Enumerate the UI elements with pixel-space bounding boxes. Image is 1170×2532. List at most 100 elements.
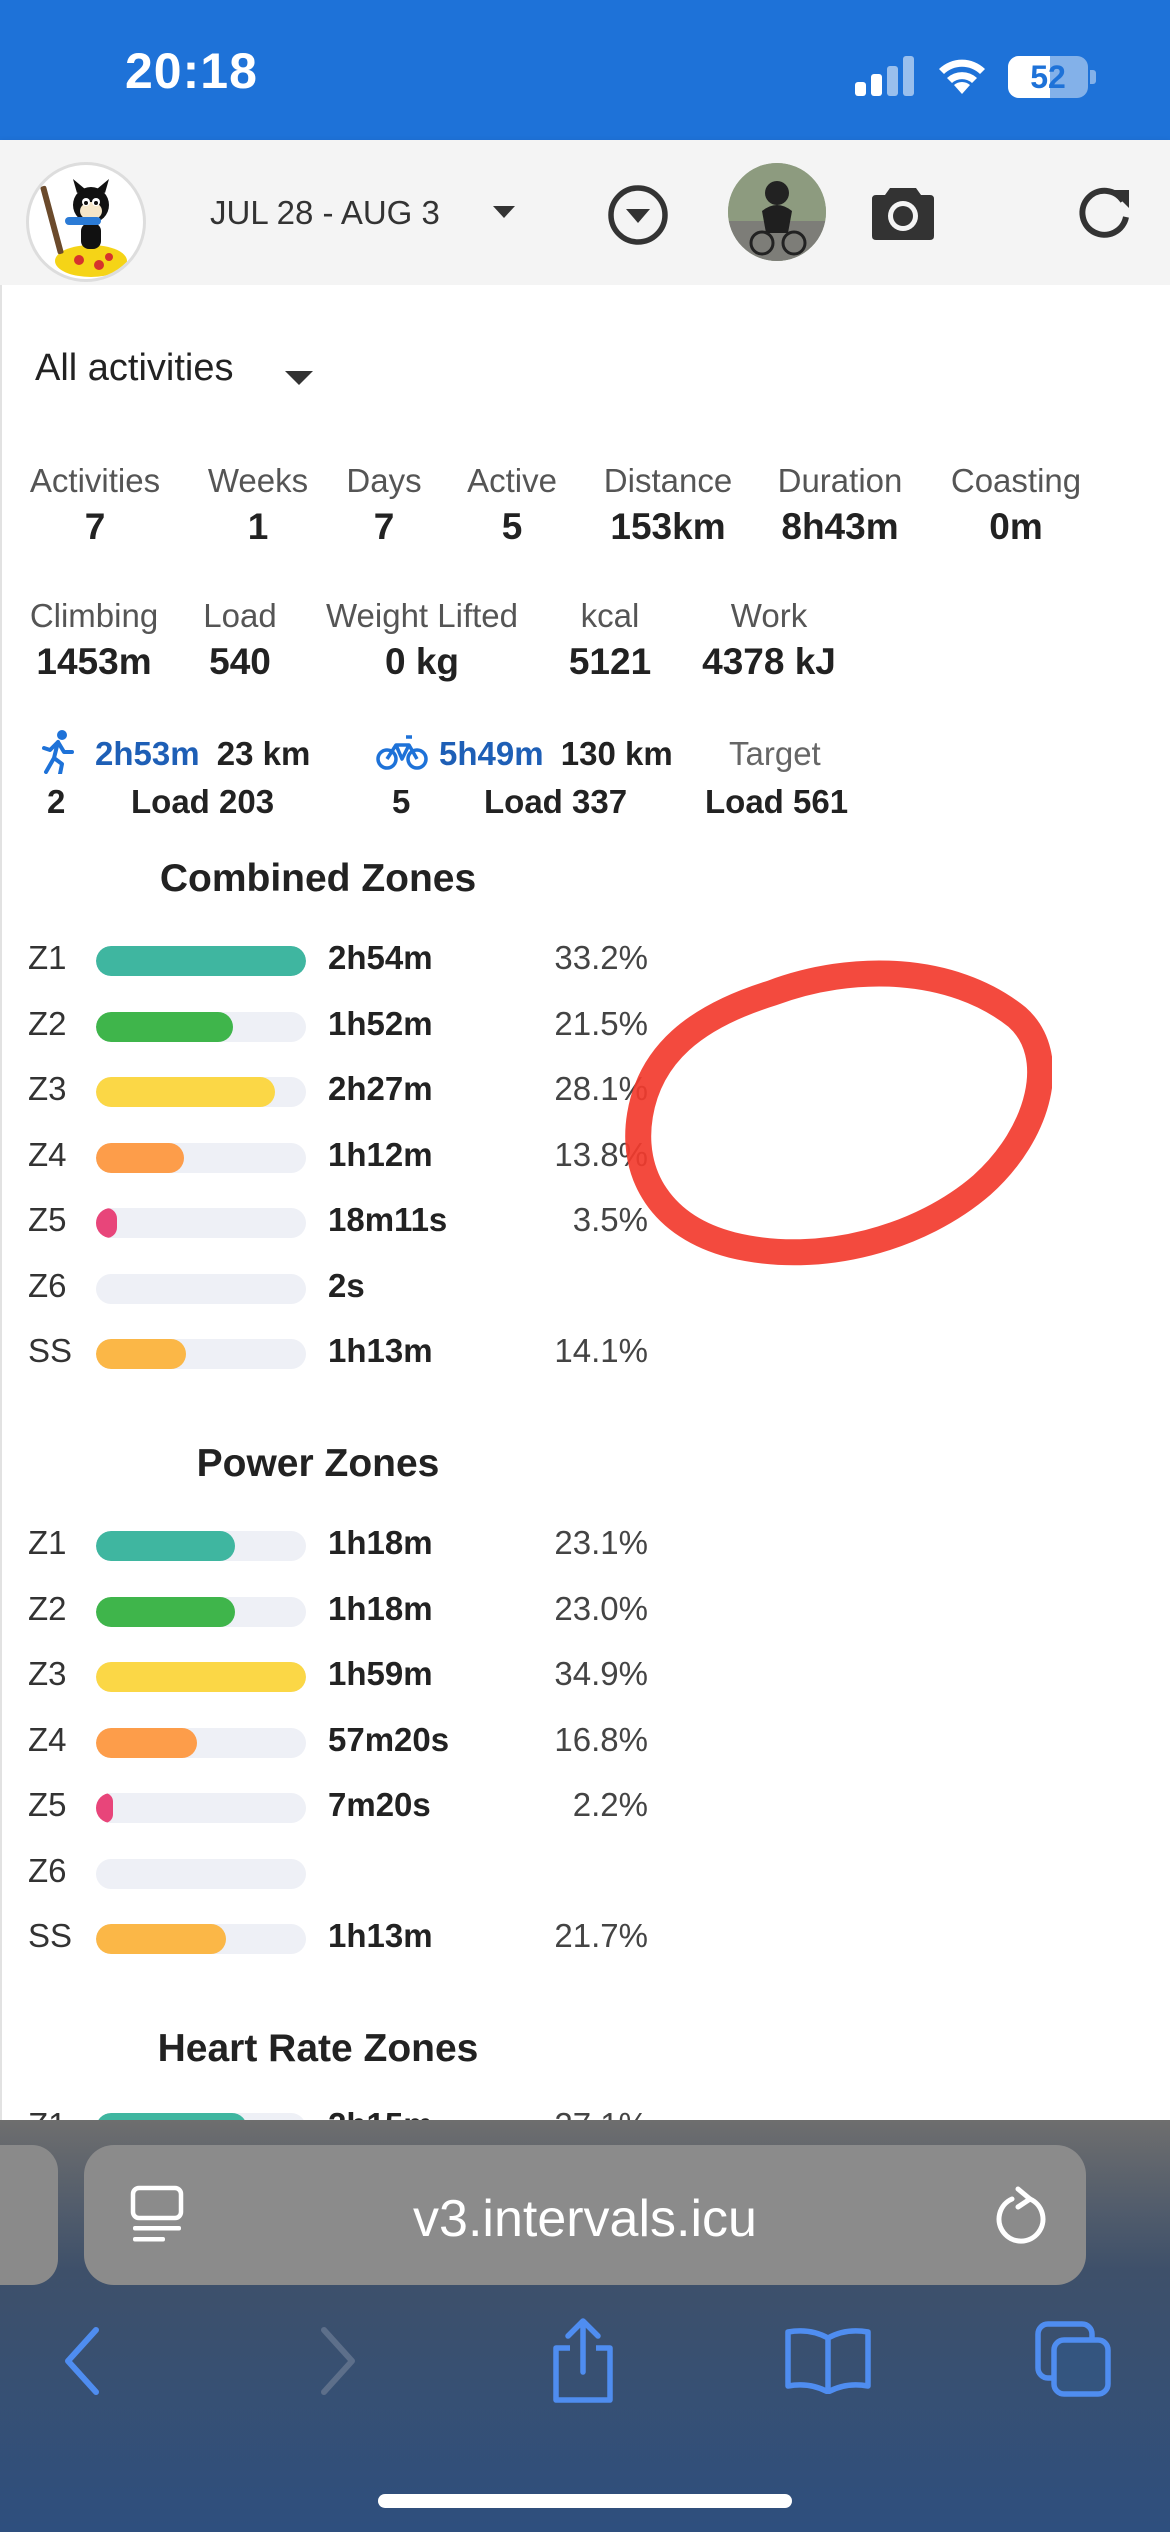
zone-bar-track xyxy=(96,1273,306,1304)
stat-label: Activities xyxy=(29,462,161,499)
stat-label: Duration xyxy=(777,462,903,499)
ride-time: 5h49m xyxy=(439,735,544,772)
zone-name: Z6 xyxy=(28,1266,67,1304)
zone-row: Z3 1h59m 34.9% xyxy=(28,1649,648,1699)
main-content: All activities Activities 7 Weeks 1 Days… xyxy=(0,285,1170,2120)
zone-row: Z4 1h12m 13.8% xyxy=(28,1130,648,1180)
stat-value: 7 xyxy=(84,506,106,547)
app-logo[interactable] xyxy=(26,162,146,282)
zone-name: Z5 xyxy=(28,1201,67,1238)
run-summary: 2h53m 23 km xyxy=(95,735,310,773)
zone-bar-track xyxy=(96,1142,306,1173)
zone-bar-fill xyxy=(96,1077,275,1107)
zone-bar-track xyxy=(96,1531,306,1561)
zone-name: Z4 xyxy=(28,1135,67,1173)
zone-bar-track xyxy=(96,1339,306,1369)
stat-label: Work xyxy=(730,597,808,634)
previous-tab-preview[interactable] xyxy=(0,2145,58,2285)
stat-active: Active 5 xyxy=(454,462,570,548)
status-bar: 20:18 52 xyxy=(0,0,1170,140)
zone-bar-track xyxy=(96,1077,306,1107)
tabs-icon[interactable] xyxy=(1034,2320,1114,2400)
zone-row: Z6 2s xyxy=(28,1261,648,1311)
stat-weight-lifted: Weight Lifted 0 kg xyxy=(312,597,532,683)
heart-rate-zone-row: Z1 2h15m 27.1% xyxy=(28,2100,648,2120)
run-count: 2 xyxy=(47,783,66,820)
zone-bar-fill xyxy=(96,1011,233,1042)
zone-time: 2h15m xyxy=(328,2106,433,2120)
running-icon xyxy=(42,730,74,774)
zone-time: 2h27m xyxy=(328,1070,433,1107)
zone-time: 2s xyxy=(328,1266,365,1304)
url-text[interactable]: v3.intervals.icu xyxy=(84,2189,1086,2249)
zone-bar-track xyxy=(96,946,306,976)
chevron-circle-down-icon[interactable] xyxy=(606,183,670,247)
zone-percent: 34.9% xyxy=(554,1655,648,1692)
bookmarks-icon[interactable] xyxy=(784,2326,872,2394)
stat-weeks: Weeks 1 xyxy=(198,462,318,548)
zone-time: 18m11s xyxy=(328,1201,448,1238)
zone-row: Z2 1h52m 21.5% xyxy=(28,999,648,1049)
zone-time: 1h59m xyxy=(328,1655,433,1692)
user-avatar[interactable] xyxy=(728,163,826,261)
zone-time: 1h13m xyxy=(328,1917,433,1954)
date-range-selector[interactable]: JUL 28 - AUG 3 xyxy=(210,194,440,232)
reload-icon[interactable] xyxy=(992,2185,1050,2245)
zone-bar-fill xyxy=(96,1142,185,1173)
stat-value: 8h43m xyxy=(781,506,899,547)
stat-coasting: Coasting 0m xyxy=(936,462,1096,548)
zone-time: 7m20s xyxy=(328,1786,431,1823)
zone-percent: 16.8% xyxy=(554,1720,648,1758)
stat-value: 5121 xyxy=(568,641,652,682)
zone-bar-fill xyxy=(96,1727,197,1758)
zone-row: SS 1h13m 14.1% xyxy=(28,1326,648,1376)
zone-row: Z2 1h18m 23.0% xyxy=(28,1584,648,1634)
zone-name: Z5 xyxy=(28,1786,67,1823)
zone-name: SS xyxy=(28,1917,73,1954)
stat-value: 4378 kJ xyxy=(702,641,836,682)
run-distance: 23 km xyxy=(216,735,311,772)
activity-filter-dropdown-icon[interactable] xyxy=(285,371,313,385)
zone-name: Z4 xyxy=(28,1720,67,1758)
address-bar[interactable]: v3.intervals.icu xyxy=(84,2145,1086,2285)
zone-bar-fill xyxy=(96,1793,113,1823)
stat-days: Days 7 xyxy=(334,462,434,548)
zone-bar-fill xyxy=(96,2113,248,2120)
stat-duration: Duration 8h43m xyxy=(764,462,916,548)
zone-name: SS xyxy=(28,1332,73,1369)
zone-bar-track xyxy=(96,1924,306,1954)
zone-percent: 21.7% xyxy=(554,1917,648,1954)
share-icon[interactable] xyxy=(548,2316,618,2404)
zone-percent: 27.1% xyxy=(554,2106,648,2120)
camera-icon[interactable] xyxy=(872,182,934,240)
zone-bar-fill xyxy=(96,1339,187,1369)
activity-filter-label[interactable]: All activities xyxy=(35,347,234,390)
zone-bar-fill xyxy=(96,1596,235,1627)
ride-count: 5 xyxy=(392,783,411,820)
stat-label: Active xyxy=(467,462,557,499)
back-icon[interactable] xyxy=(62,2326,102,2396)
zone-bar-track xyxy=(96,1011,306,1042)
stat-work: Work 4378 kJ xyxy=(686,597,852,683)
zone-percent: 23.1% xyxy=(554,1524,648,1561)
zone-bar-track xyxy=(96,1208,306,1238)
zone-name: Z2 xyxy=(28,1589,67,1627)
stat-value: 7 xyxy=(373,506,395,547)
battery-cap xyxy=(1090,70,1096,84)
home-indicator[interactable] xyxy=(378,2494,792,2508)
zone-row: Z6 xyxy=(28,1846,648,1896)
zone-time: 57m20s xyxy=(328,1720,450,1758)
zone-percent: 13.8% xyxy=(554,1135,648,1173)
zone-bar-fill xyxy=(96,1924,227,1954)
stat-label: Days xyxy=(346,462,422,499)
date-range-dropdown-icon[interactable] xyxy=(493,206,515,218)
cellular-signal-icon xyxy=(855,56,915,96)
zone-row: Z1 1h18m 23.1% xyxy=(28,1518,648,1568)
stat-value: 540 xyxy=(209,641,271,682)
stat-label: Load xyxy=(203,597,277,634)
stat-climbing: Climbing 1453m xyxy=(20,597,168,683)
forward-icon[interactable] xyxy=(318,2326,358,2396)
zone-percent: 23.0% xyxy=(554,1589,648,1627)
refresh-icon[interactable] xyxy=(1075,184,1133,242)
combined-zones-title: Combined Zones xyxy=(159,857,477,900)
